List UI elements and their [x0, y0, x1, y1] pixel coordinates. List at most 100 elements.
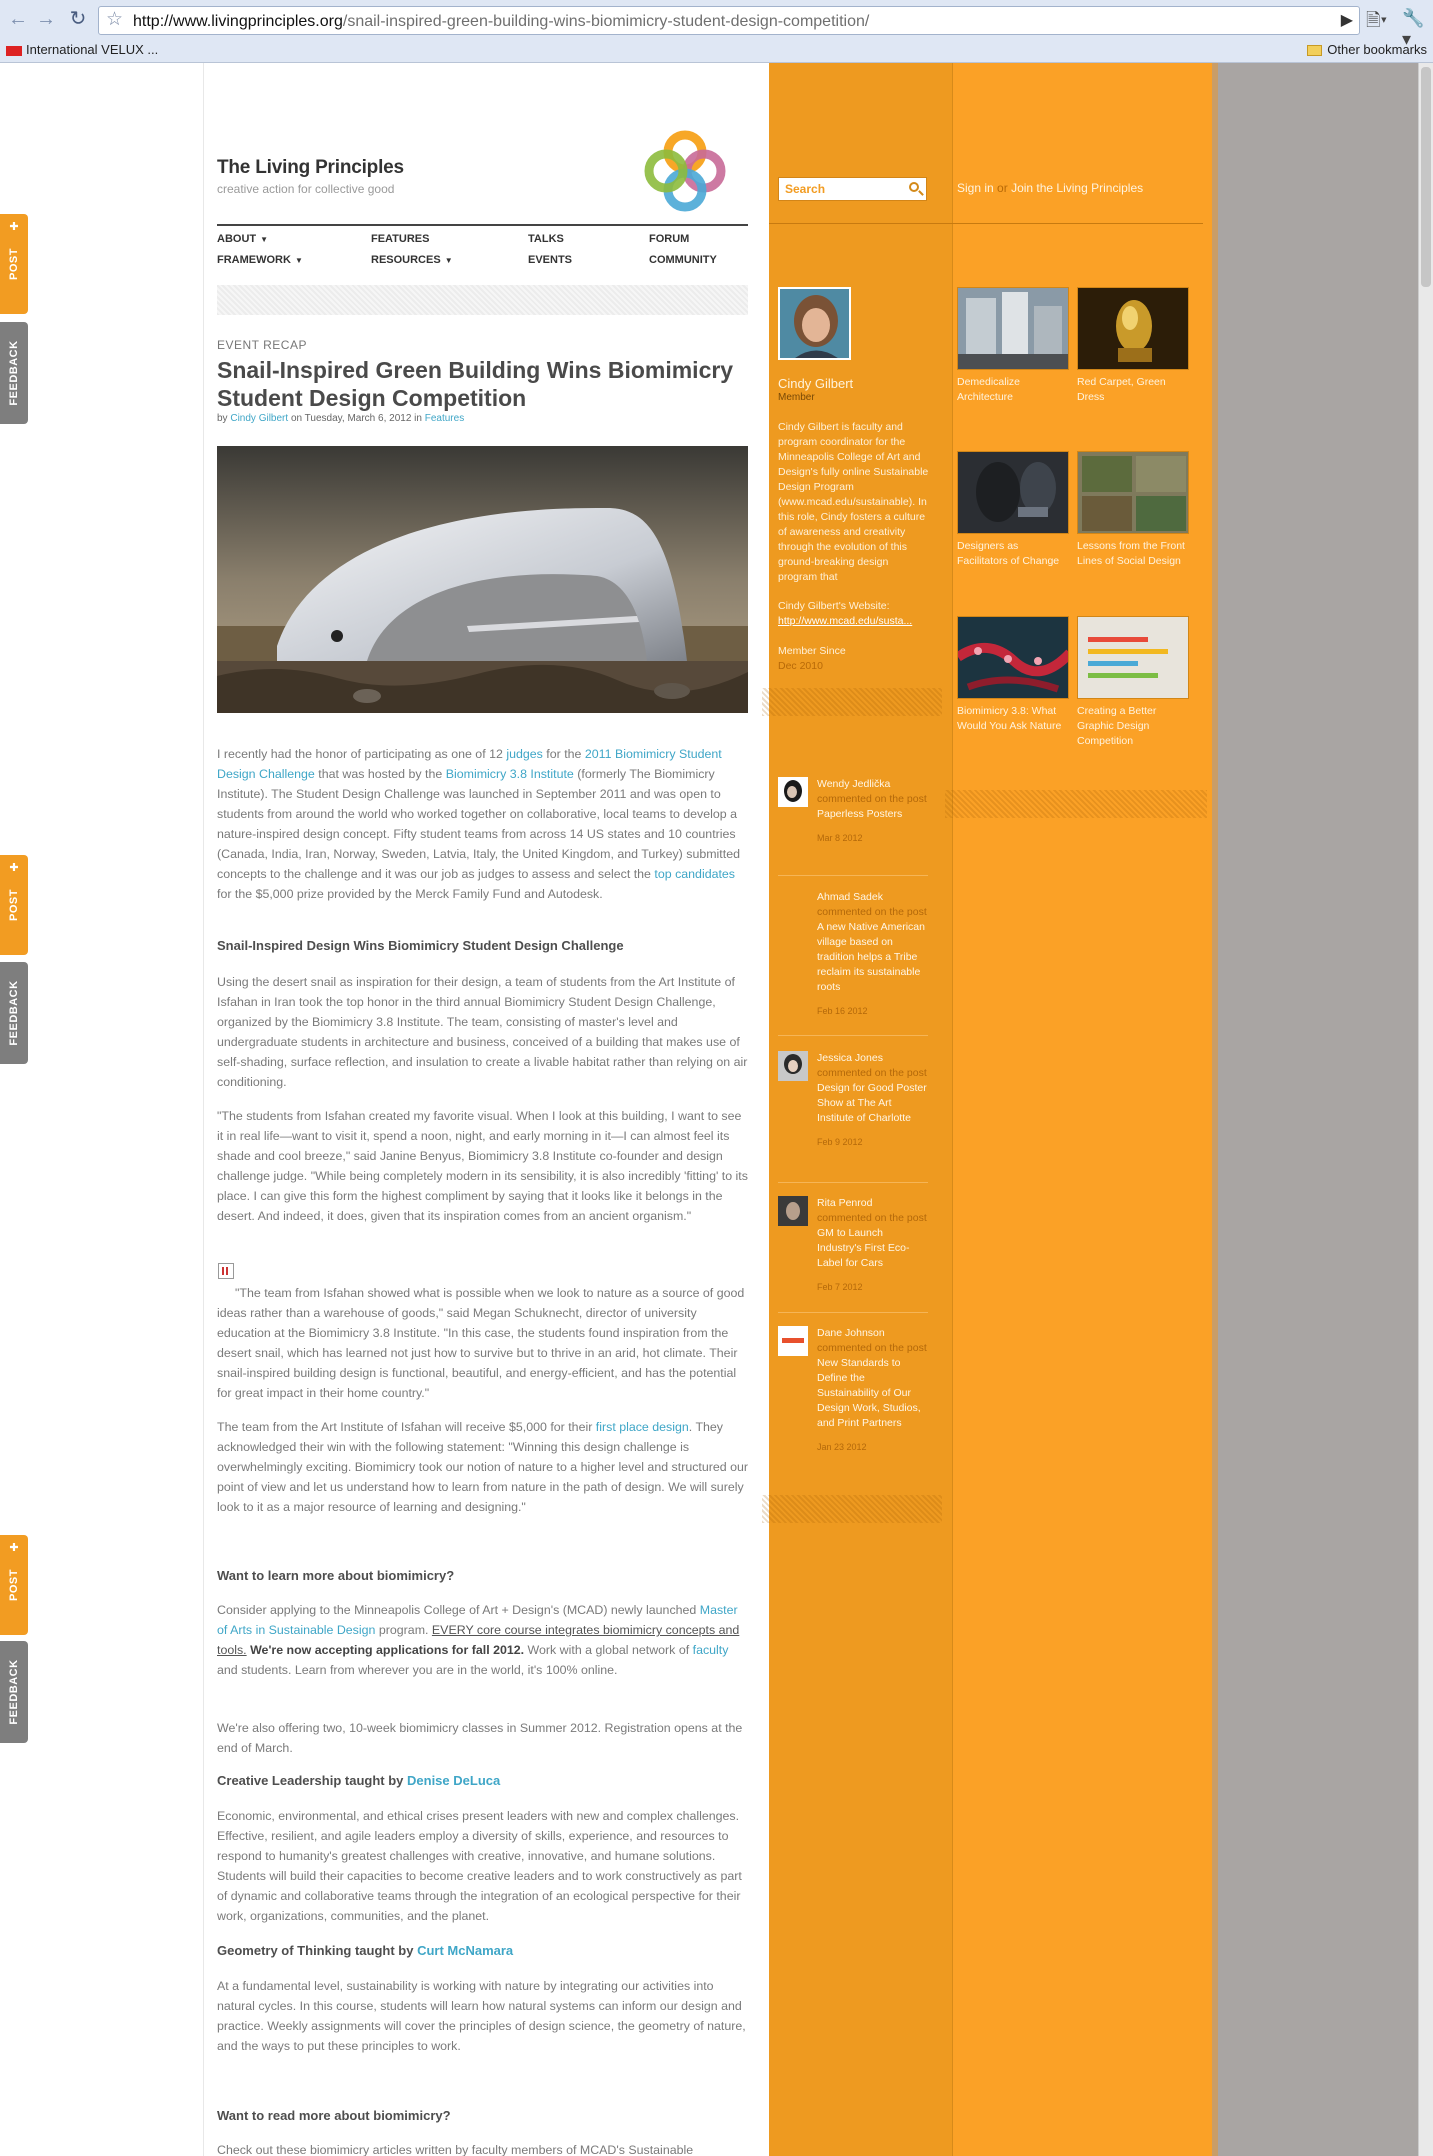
hero-image [217, 446, 748, 713]
feature-title[interactable]: Designers as Facilitators of Change [957, 539, 1069, 569]
nav-talks[interactable]: TALKS [528, 233, 564, 245]
top-candidates-link[interactable]: top candidates [654, 867, 735, 881]
post-tab[interactable]: ✚ POST [0, 1535, 28, 1635]
meta-date: on Tuesday, March 6, 2012 in [290, 413, 422, 424]
search-placeholder: Search [785, 182, 826, 196]
feedback-tab-label: FEEDBACK [8, 1659, 20, 1725]
feedback-tab[interactable]: FEEDBACK [0, 1641, 28, 1743]
faculty-link[interactable]: faculty [693, 1643, 729, 1657]
text: for the $5,000 prize provided by the Mer… [217, 887, 603, 901]
feature-title[interactable]: Demedicalize Architecture [957, 375, 1069, 405]
feature-tile[interactable]: Lessons from the Front Lines of Social D… [1077, 451, 1189, 569]
back-icon[interactable]: ← [4, 6, 32, 32]
author-link[interactable]: Cindy Gilbert [230, 413, 288, 424]
commenter-avatar[interactable] [778, 1196, 808, 1226]
nav-events[interactable]: EVENTS [528, 254, 572, 266]
page-scrollbar[interactable] [1418, 63, 1433, 2156]
nav-framework-label: FRAMEWORK [217, 254, 291, 266]
comment-date: Feb 16 2012 [817, 1006, 868, 1016]
sidebar-divider [769, 223, 1203, 224]
commented-post-link[interactable]: GM to Launch Industry's First Eco-Label … [817, 1227, 909, 1269]
forward-icon[interactable]: → [32, 6, 60, 32]
comment-date: Feb 7 2012 [817, 1282, 863, 1292]
feature-title[interactable]: Biomimicry 3.8: What Would You Ask Natur… [957, 704, 1069, 734]
feature-thumbnail[interactable] [957, 287, 1069, 370]
post-paragraph-6: Consider applying to the Minneapolis Col… [217, 1600, 748, 1680]
page-menu-icon[interactable]: 🗎▾ [1366, 8, 1387, 38]
commented-post-link[interactable]: Design for Good Poster Show at The Art I… [817, 1082, 927, 1124]
commenter-name[interactable]: Rita Penrod [817, 1197, 872, 1209]
browser-toolbar: ← → ↻ ☆ http://www.livingprinciples.org/… [0, 0, 1433, 63]
section-link[interactable]: Features [425, 413, 464, 424]
feature-title[interactable]: Lessons from the Front Lines of Social D… [1077, 539, 1189, 569]
post-tab-label: POST [8, 1569, 20, 1601]
join-link[interactable]: Join the Living Principles [1011, 181, 1143, 195]
bookmark-bar: International VELUX ... Other bookmarks [0, 38, 1433, 62]
feature-title[interactable]: Red Carpet, Green Dress [1077, 375, 1189, 405]
nav-features[interactable]: FEATURES [371, 233, 429, 245]
feature-tile[interactable]: Designers as Facilitators of Change [957, 451, 1069, 569]
feature-tile[interactable]: Biomimicry 3.8: What Would You Ask Natur… [957, 616, 1069, 734]
post-paragraph-10: Check out these biomimicry articles writ… [217, 2143, 694, 2156]
nav-framework[interactable]: FRAMEWORK ▼ [217, 254, 303, 266]
post-paragraph-8: Economic, environmental, and ethical cri… [217, 1809, 742, 1923]
feature-tile[interactable]: Creating a Better Graphic Design Competi… [1077, 616, 1189, 749]
other-bookmarks[interactable]: Other bookmarks [1307, 42, 1427, 57]
feature-thumbnail[interactable] [1077, 616, 1189, 699]
feature-tile[interactable]: Red Carpet, Green Dress [1077, 287, 1189, 405]
comment-text: Dane Johnson commented on the post New S… [817, 1326, 929, 1455]
plus-icon: ✚ [9, 862, 19, 874]
author-avatar[interactable] [778, 287, 851, 360]
commenter-avatar[interactable] [778, 777, 808, 807]
commenter-avatar[interactable] [778, 1051, 808, 1081]
post-tab[interactable]: ✚ POST [0, 855, 28, 955]
star-icon[interactable]: ☆ [106, 10, 123, 30]
nav-community[interactable]: COMMUNITY [649, 254, 717, 266]
nav-resources[interactable]: RESOURCES ▼ [371, 254, 453, 266]
velux-favicon-icon [6, 45, 22, 56]
feature-thumbnail[interactable] [1077, 287, 1189, 370]
feature-tile[interactable]: Demedicalize Architecture [957, 287, 1069, 405]
search-input[interactable]: Search [778, 177, 927, 201]
scrollbar-thumb[interactable] [1421, 67, 1431, 287]
nav-about[interactable]: ABOUT ▼ [217, 233, 268, 245]
commented-post-link[interactable]: A new Native American village based on t… [817, 921, 925, 993]
curt-mcnamara-link[interactable]: Curt McNamara [417, 1943, 513, 1958]
post-paragraph-5: The team from the Art Institute of Isfah… [217, 1417, 748, 1517]
text: for the [546, 747, 582, 761]
feature-thumbnail[interactable] [957, 451, 1069, 534]
denise-deluca-link[interactable]: Denise DeLuca [407, 1773, 500, 1788]
commenter-avatar[interactable] [778, 1326, 808, 1356]
site-title[interactable]: The Living Principles [217, 157, 404, 179]
post-paragraph-7: We're also offering two, 10-week biomimi… [217, 1721, 743, 1755]
sign-in-link[interactable]: Sign in [957, 181, 994, 195]
bookmark-velux[interactable]: International VELUX ... [6, 42, 158, 57]
first-place-link[interactable]: first place design [596, 1420, 689, 1434]
go-icon[interactable]: ▶ [1341, 10, 1353, 30]
address-bar[interactable]: ☆ http://www.livingprinciples.org/snail-… [98, 6, 1360, 35]
url-text[interactable]: http://www.livingprinciples.org/snail-in… [133, 13, 869, 31]
commenter-name[interactable]: Wendy Jedlička [817, 778, 890, 790]
feature-thumbnail[interactable] [957, 616, 1069, 699]
commenter-name[interactable]: Jessica Jones [817, 1052, 883, 1064]
commenter-name[interactable]: Ahmad Sadek [817, 891, 883, 903]
search-icon[interactable] [909, 182, 919, 192]
living-principles-logo[interactable] [642, 128, 728, 214]
judges-link[interactable]: judges [506, 747, 543, 761]
post-title: Snail-Inspired Green Building Wins Biomi… [217, 357, 734, 411]
commented-post-link[interactable]: Paperless Posters [817, 808, 902, 820]
author-website-link[interactable]: http://www.mcad.edu/susta... [778, 615, 912, 627]
feedback-tab[interactable]: FEEDBACK [0, 962, 28, 1064]
author-name[interactable]: Cindy Gilbert [778, 376, 853, 391]
institute-link[interactable]: Biomimicry 3.8 Institute [446, 767, 574, 781]
reload-icon[interactable]: ↻ [64, 6, 92, 32]
nav-forum[interactable]: FORUM [649, 233, 689, 245]
feature-thumbnail[interactable] [1077, 451, 1189, 534]
feedback-tab[interactable]: FEEDBACK [0, 322, 28, 424]
post-tab[interactable]: ✚ POST [0, 214, 28, 314]
text: Consider applying to the Minneapolis Col… [217, 1603, 697, 1617]
meta-by: by [217, 413, 228, 424]
commented-post-link[interactable]: New Standards to Define the Sustainabili… [817, 1357, 921, 1429]
commenter-name[interactable]: Dane Johnson [817, 1327, 885, 1339]
feature-title[interactable]: Creating a Better Graphic Design Competi… [1077, 704, 1189, 749]
